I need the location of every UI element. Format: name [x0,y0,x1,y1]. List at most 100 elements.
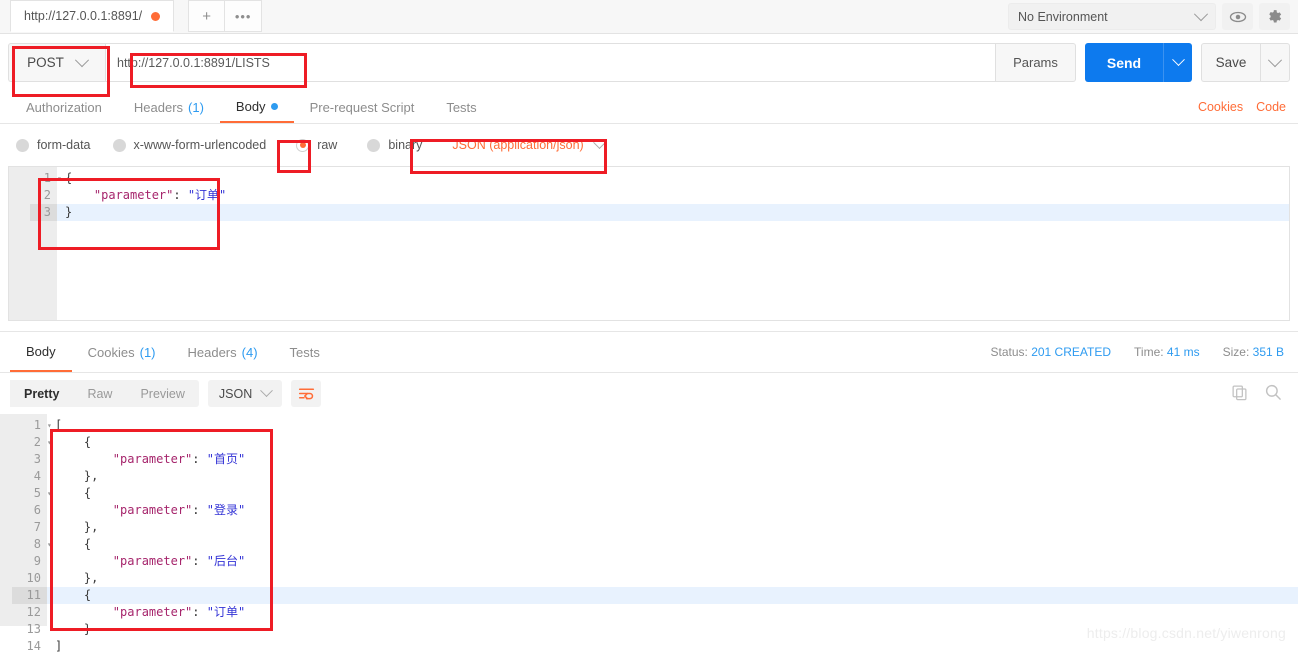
tab-badge: (1) [188,99,204,115]
copy-to-clipboard-button[interactable] [1231,384,1248,404]
chevron-down-icon [74,52,89,67]
request-line-numbers: 1 ▾ 2 3 [30,167,62,320]
save-options-button[interactable] [1260,43,1290,82]
size-value: 351 B [1252,345,1284,359]
body-type-urlencoded[interactable]: x-www-form-urlencoded [112,138,266,152]
request-tab-label: http://127.0.0.1:8891/ [24,9,143,23]
line-number-text: 1 [33,418,41,432]
tab-strip: http://127.0.0.1:8891/ + ••• [0,0,263,33]
code-line: "parameter": "订单" [55,605,246,619]
tab-authorization[interactable]: Authorization [10,91,118,123]
response-tab-body[interactable]: Body [10,332,72,372]
send-options-button[interactable] [1163,43,1192,82]
tab-label: Headers [133,99,184,115]
line-number: 3 [30,204,57,221]
settings-button[interactable] [1259,3,1290,30]
watermark: https://blog.csdn.net/yiwenrong [1086,625,1286,641]
environment-select[interactable]: No Environment [1008,3,1216,30]
request-code-area[interactable]: { "parameter": "订单" } [57,167,1289,320]
search-response-button[interactable] [1264,383,1282,404]
view-mode-preview[interactable]: Preview [126,380,198,407]
eye-icon [1229,11,1246,22]
word-wrap-button[interactable] [291,380,322,407]
cookies-link[interactable]: Cookies [1198,100,1243,114]
line-number: 6 [12,502,47,519]
line-number-text: 11 [26,588,41,602]
code-line: }, [55,469,99,483]
radio-icon [112,138,126,152]
line-number-text: 6 [33,503,41,517]
word-wrap-icon [298,388,314,400]
unsaved-dot-icon [151,11,161,21]
code-line: { [55,537,92,551]
line-number-text: 2 [33,435,41,449]
code-line: { [65,171,73,185]
new-tab-button[interactable]: + [188,0,226,32]
status-meta: Status: 201 CREATED [991,345,1112,359]
body-type-raw[interactable]: raw [296,138,337,152]
line-number-text: 7 [33,520,41,534]
view-mode-label: Raw [87,386,113,401]
save-button[interactable]: Save [1201,43,1260,82]
line-number: 7 [12,519,47,536]
code-line: { [47,587,1298,604]
body-type-form-data[interactable]: form-data [16,138,91,152]
time-value: 41 ms [1166,345,1200,359]
request-body-editor[interactable]: 1 ▾ 2 3 { "parameter": "订单" } [8,166,1290,321]
environment-quick-look-button[interactable] [1222,3,1253,30]
body-type-label: binary [388,138,423,152]
content-type-select[interactable]: JSON (application/json) [452,135,606,152]
status-value: 201 CREATED [1031,345,1112,359]
url-input[interactable]: http://127.0.0.1:8891/LISTS [105,43,996,82]
size-meta: Size: 351 B [1223,345,1284,359]
tab-headers[interactable]: Headers (1) [118,91,220,123]
send-button[interactable]: Send [1085,43,1163,82]
tab-tests[interactable]: Tests [430,91,492,123]
tab-label: Pre-request Script [309,99,415,115]
request-tab[interactable]: http://127.0.0.1:8891/ [10,0,175,32]
view-mode-pretty[interactable]: Pretty [10,380,74,407]
status-label: Status: [990,345,1028,359]
code-line: [ [55,418,63,432]
search-icon [1265,384,1281,400]
body-type-binary[interactable]: binary [367,138,422,152]
plus-icon: + [202,7,212,25]
http-method-select[interactable]: POST [8,43,105,82]
params-button[interactable]: Params [996,43,1076,82]
response-tab-cookies[interactable]: Cookies (1) [72,332,172,372]
line-number: 2 [30,187,57,204]
response-toolbar: Pretty Raw Preview JSON [0,373,1298,414]
line-number: 3 [12,451,47,468]
code-link[interactable]: Code [1256,100,1286,114]
http-method-label: POST [27,55,64,70]
response-view-mode-group: Pretty Raw Preview [10,380,199,407]
radio-icon [367,138,381,152]
line-number: 9 [12,553,47,570]
content-type-label: JSON (application/json) [452,138,584,152]
environment-controls: No Environment [1008,0,1290,33]
line-number: 1 ▾ [30,170,62,187]
response-body-editor[interactable]: 1▾ 2▾ 3 4 5▾ 6 7 8▾ 9 10 11▾ 12 13 14 [ … [0,414,1298,653]
code-line: "parameter": "首页" [55,452,246,466]
body-type-label: raw [317,138,338,152]
tab-pre-request-script[interactable]: Pre-request Script [294,91,431,123]
view-mode-raw[interactable]: Raw [73,380,126,407]
line-number-text: 4 [33,469,41,483]
response-format-select[interactable]: JSON [207,380,283,407]
line-number: 4 [12,468,47,485]
params-label: Params [1013,55,1058,70]
editor-response-gap [0,321,1298,331]
response-tab-tests[interactable]: Tests [274,332,336,372]
code-line: }, [55,571,99,585]
line-number-text: 9 [33,554,41,568]
response-code-area[interactable]: [ { "parameter": "首页" }, { "parameter": … [47,414,1298,653]
view-mode-label: Pretty [24,386,60,401]
tab-body[interactable]: Body [219,91,294,123]
line-number-text: 3 [43,205,51,219]
request-url-row: POST http://127.0.0.1:8891/LISTS Params … [0,34,1298,91]
response-tab-headers[interactable]: Headers (4) [172,332,274,372]
code-line: "parameter": "后台" [55,554,246,568]
top-tab-bar: http://127.0.0.1:8891/ + ••• No Environm… [0,0,1298,34]
tab-overflow-button[interactable]: ••• [225,0,263,32]
editor-left-spacer [0,414,12,626]
